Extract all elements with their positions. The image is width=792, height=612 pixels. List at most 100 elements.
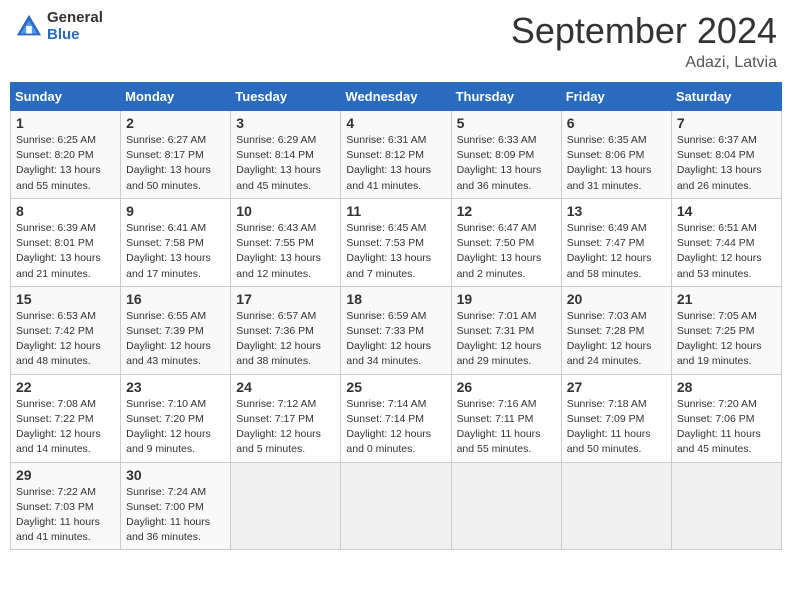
day-number: 8 [16,203,115,219]
calendar-body: 1 Sunrise: 6:25 AM Sunset: 8:20 PM Daylig… [11,111,782,550]
day-number: 17 [236,291,335,307]
day-cell: 18 Sunrise: 6:59 AM Sunset: 7:33 PM Dayli… [341,286,451,374]
day-cell: 12 Sunrise: 6:47 AM Sunset: 7:50 PM Dayli… [451,198,561,286]
day-number: 5 [457,115,556,131]
day-number: 13 [567,203,666,219]
day-number: 25 [346,379,445,395]
day-info: Sunrise: 7:01 AM Sunset: 7:31 PM Dayligh… [457,309,556,370]
day-cell: 11 Sunrise: 6:45 AM Sunset: 7:53 PM Dayli… [341,198,451,286]
day-info: Sunrise: 7:18 AM Sunset: 7:09 PM Dayligh… [567,397,666,458]
column-header-saturday: Saturday [671,83,781,111]
day-cell: 10 Sunrise: 6:43 AM Sunset: 7:55 PM Dayli… [231,198,341,286]
logo-general: General [47,10,103,27]
day-cell [561,462,671,550]
day-cell: 22Sunrise: 7:08 AM Sunset: 7:22 PM Dayli… [11,374,121,462]
day-number: 2 [126,115,225,131]
day-info: Sunrise: 7:14 AM Sunset: 7:14 PM Dayligh… [346,397,445,458]
column-header-friday: Friday [561,83,671,111]
day-info: Sunrise: 7:10 AM Sunset: 7:20 PM Dayligh… [126,397,225,458]
logo-blue: Blue [47,27,103,44]
day-number: 20 [567,291,666,307]
day-info: Sunrise: 6:45 AM Sunset: 7:53 PM Dayligh… [346,221,445,282]
day-info: Sunrise: 6:31 AM Sunset: 8:12 PM Dayligh… [346,133,445,194]
week-row-4: 22Sunrise: 7:08 AM Sunset: 7:22 PM Dayli… [11,374,782,462]
location: Adazi, Latvia [511,54,777,72]
day-cell: 4 Sunrise: 6:31 AM Sunset: 8:12 PM Daylig… [341,111,451,199]
day-cell: 25 Sunrise: 7:14 AM Sunset: 7:14 PM Dayli… [341,374,451,462]
day-cell: 14Sunrise: 6:51 AM Sunset: 7:44 PM Dayli… [671,198,781,286]
day-cell: 24 Sunrise: 7:12 AM Sunset: 7:17 PM Dayli… [231,374,341,462]
day-cell: 16Sunrise: 6:55 AM Sunset: 7:39 PM Dayli… [121,286,231,374]
day-number: 21 [677,291,776,307]
day-number: 18 [346,291,445,307]
day-number: 24 [236,379,335,395]
day-info: Sunrise: 6:35 AM Sunset: 8:06 PM Dayligh… [567,133,666,194]
day-number: 30 [126,467,225,483]
day-info: Sunrise: 6:51 AM Sunset: 7:44 PM Dayligh… [677,221,776,282]
calendar-header-row: SundayMondayTuesdayWednesdayThursdayFrid… [11,83,782,111]
month-title: September 2024 [511,10,777,52]
week-row-2: 8 Sunrise: 6:39 AM Sunset: 8:01 PM Daylig… [11,198,782,286]
day-number: 22 [16,379,115,395]
day-number: 23 [126,379,225,395]
day-info: Sunrise: 6:39 AM Sunset: 8:01 PM Dayligh… [16,221,115,282]
day-cell: 17 Sunrise: 6:57 AM Sunset: 7:36 PM Dayli… [231,286,341,374]
day-number: 27 [567,379,666,395]
day-cell [451,462,561,550]
day-info: Sunrise: 7:12 AM Sunset: 7:17 PM Dayligh… [236,397,335,458]
day-number: 28 [677,379,776,395]
title-block: September 2024 Adazi, Latvia [511,10,777,72]
day-info: Sunrise: 7:22 AM Sunset: 7:03 PM Dayligh… [16,485,115,546]
day-info: Sunrise: 6:27 AM Sunset: 8:17 PM Dayligh… [126,133,225,194]
day-cell: 9Sunrise: 6:41 AM Sunset: 7:58 PM Daylig… [121,198,231,286]
day-cell: 23 Sunrise: 7:10 AM Sunset: 7:20 PM Dayli… [121,374,231,462]
day-info: Sunrise: 6:29 AM Sunset: 8:14 PM Dayligh… [236,133,335,194]
day-info: Sunrise: 7:05 AM Sunset: 7:25 PM Dayligh… [677,309,776,370]
day-info: Sunrise: 6:43 AM Sunset: 7:55 PM Dayligh… [236,221,335,282]
day-info: Sunrise: 6:57 AM Sunset: 7:36 PM Dayligh… [236,309,335,370]
day-number: 10 [236,203,335,219]
day-number: 15 [16,291,115,307]
day-number: 7 [677,115,776,131]
day-info: Sunrise: 7:16 AM Sunset: 7:11 PM Dayligh… [457,397,556,458]
day-info: Sunrise: 6:59 AM Sunset: 7:33 PM Dayligh… [346,309,445,370]
day-number: 29 [16,467,115,483]
day-info: Sunrise: 6:55 AM Sunset: 7:39 PM Dayligh… [126,309,225,370]
logo-icon [15,13,43,41]
week-row-3: 15 Sunrise: 6:53 AM Sunset: 7:42 PM Dayli… [11,286,782,374]
day-cell: 3 Sunrise: 6:29 AM Sunset: 8:14 PM Daylig… [231,111,341,199]
day-number: 12 [457,203,556,219]
calendar-table: SundayMondayTuesdayWednesdayThursdayFrid… [10,82,782,550]
day-number: 26 [457,379,556,395]
day-number: 9 [126,203,225,219]
column-header-monday: Monday [121,83,231,111]
day-number: 4 [346,115,445,131]
logo-text: General Blue [47,10,103,43]
day-number: 11 [346,203,445,219]
day-cell: 2 Sunrise: 6:27 AM Sunset: 8:17 PM Daylig… [121,111,231,199]
page-header: General Blue September 2024 Adazi, Latvi… [10,10,782,72]
day-number: 19 [457,291,556,307]
day-number: 3 [236,115,335,131]
column-header-sunday: Sunday [11,83,121,111]
day-cell: 30 Sunrise: 7:24 AM Sunset: 7:00 PM Dayli… [121,462,231,550]
day-info: Sunrise: 6:47 AM Sunset: 7:50 PM Dayligh… [457,221,556,282]
day-cell: 28 Sunrise: 7:20 AM Sunset: 7:06 PM Dayli… [671,374,781,462]
day-info: Sunrise: 6:25 AM Sunset: 8:20 PM Dayligh… [16,133,115,194]
day-info: Sunrise: 6:33 AM Sunset: 8:09 PM Dayligh… [457,133,556,194]
day-cell: 5 Sunrise: 6:33 AM Sunset: 8:09 PM Daylig… [451,111,561,199]
day-cell: 15 Sunrise: 6:53 AM Sunset: 7:42 PM Dayli… [11,286,121,374]
day-number: 1 [16,115,115,131]
day-info: Sunrise: 6:53 AM Sunset: 7:42 PM Dayligh… [16,309,115,370]
day-info: Sunrise: 7:03 AM Sunset: 7:28 PM Dayligh… [567,309,666,370]
day-info: Sunrise: 7:24 AM Sunset: 7:00 PM Dayligh… [126,485,225,546]
day-info: Sunrise: 7:20 AM Sunset: 7:06 PM Dayligh… [677,397,776,458]
day-cell: 29 Sunrise: 7:22 AM Sunset: 7:03 PM Dayli… [11,462,121,550]
week-row-1: 1 Sunrise: 6:25 AM Sunset: 8:20 PM Daylig… [11,111,782,199]
day-cell: 8 Sunrise: 6:39 AM Sunset: 8:01 PM Daylig… [11,198,121,286]
day-number: 6 [567,115,666,131]
day-cell [341,462,451,550]
day-cell: 1 Sunrise: 6:25 AM Sunset: 8:20 PM Daylig… [11,111,121,199]
day-cell [671,462,781,550]
logo: General Blue [15,10,103,43]
